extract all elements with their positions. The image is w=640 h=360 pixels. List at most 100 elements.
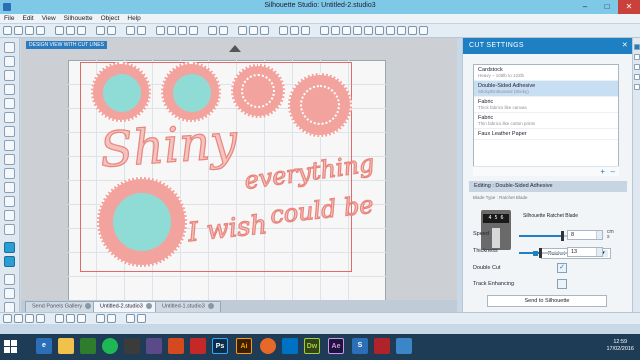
close-button[interactable]: ✕ [618,0,640,14]
windows-start-icon[interactable] [4,340,18,354]
zoom-in-icon[interactable] [156,26,165,35]
speed-slider[interactable] [519,231,573,241]
close-panel-icon[interactable]: ✕ [622,41,628,49]
app-taskbar-icon[interactable] [168,338,184,354]
open-file-icon[interactable] [14,26,23,35]
thickness-spinner[interactable] [596,248,602,256]
bring-front-icon[interactable] [249,26,258,35]
mirror-icon[interactable] [290,26,299,35]
group-icon[interactable] [208,26,217,35]
panel-toggle-icon[interactable] [634,74,640,80]
thickness-slider[interactable] [519,248,573,258]
rectangle-tool-icon[interactable] [4,84,15,95]
select-icon[interactable] [126,26,135,35]
zoom-out-icon[interactable] [167,26,176,35]
edit-points-tool-icon[interactable] [4,56,15,67]
panel-toggle-icon[interactable] [634,44,640,50]
duplicate-icon[interactable] [301,26,310,35]
curve-tool-icon[interactable] [4,140,15,151]
app-taskbar-icon[interactable] [190,338,206,354]
replicate-icon[interactable] [320,26,329,35]
align-icon[interactable] [238,26,247,35]
double-cut-checkbox[interactable]: ✓ [557,263,567,273]
lace-doily-large[interactable] [288,73,352,137]
library-icon[interactable] [397,26,406,35]
list-item[interactable]: Faux Leather Paper [474,129,618,140]
knife-tool-icon[interactable] [4,224,15,235]
zoom-fit-icon[interactable] [189,26,198,35]
send-to-silhouette-button[interactable]: Send to Silhouette [487,295,607,307]
panel-toggle-icon[interactable] [634,84,640,90]
ie-taskbar-icon[interactable]: e [36,338,52,354]
cut-icon[interactable] [55,26,64,35]
lace-circle-bottom[interactable] [97,177,187,267]
editing-header[interactable]: Editing : Double-Sided Adhesive [469,181,627,192]
save-icon[interactable] [25,26,34,35]
lace-circle-top-middle[interactable] [161,62,221,122]
track-enhancing-checkbox[interactable] [557,279,567,289]
maximize-button[interactable]: □ [596,0,618,14]
file-explorer-taskbar-icon[interactable] [58,338,74,354]
menu-edit[interactable]: Edit [18,14,37,23]
design-store-icon[interactable] [4,242,15,253]
app-taskbar-icon[interactable] [396,338,412,354]
line-tool-icon[interactable] [4,70,15,81]
library-panel-icon[interactable] [4,256,15,267]
bottom-tool-icon[interactable] [55,314,64,323]
bottom-tool-icon[interactable] [14,314,23,323]
redo-icon[interactable] [107,26,116,35]
app-taskbar-icon[interactable] [146,338,162,354]
bottom-tool-icon[interactable] [126,314,135,323]
freehand-tool-icon[interactable] [4,168,15,179]
send-icon[interactable] [386,26,395,35]
list-item[interactable]: Fabric Thin fabrics like cotton prints [474,113,618,129]
bottom-tool-icon[interactable] [137,314,146,323]
grid-icon[interactable] [419,26,428,35]
pan-icon[interactable] [137,26,146,35]
material-list[interactable]: Cardstock Heavy – 105lb to 122lb Double-S… [473,64,619,176]
menu-object[interactable]: Object [97,14,124,23]
firefox-taskbar-icon[interactable] [260,338,276,354]
menu-view[interactable]: View [38,14,60,23]
photoshop-taskbar-icon[interactable]: Ps [212,338,228,354]
lace-doily-top-right[interactable] [231,64,285,118]
lace-circle-top-left[interactable] [91,62,151,122]
bottom-tool-icon[interactable] [96,314,105,323]
tab-untitled-2[interactable]: Untitled-2.studio3 [93,301,159,312]
layers-panel-icon[interactable] [4,288,15,299]
new-document-icon[interactable] [3,26,12,35]
app-taskbar-icon[interactable] [282,338,298,354]
excel-taskbar-icon[interactable] [80,338,96,354]
thickness-input[interactable]: 13 [567,247,603,257]
illustrator-taskbar-icon[interactable]: Ai [236,338,252,354]
bottom-tool-icon[interactable] [3,314,12,323]
minimize-button[interactable]: – [574,0,596,14]
spotify-taskbar-icon[interactable] [102,338,118,354]
bottom-tool-icon[interactable] [66,314,75,323]
ungroup-icon[interactable] [219,26,228,35]
rotate-icon[interactable] [279,26,288,35]
close-tab-icon[interactable] [85,303,92,309]
word-shiny[interactable]: Shiny [98,113,240,180]
after-effects-taskbar-icon[interactable]: Ae [328,338,344,354]
arc-tool-icon[interactable] [4,154,15,165]
close-tab-icon[interactable] [207,303,214,309]
bottom-tool-icon[interactable] [77,314,86,323]
close-tab-icon[interactable] [145,303,152,309]
cut-settings-icon[interactable] [375,26,384,35]
taskbar-clock[interactable]: 12:59 17/02/2016 [606,339,634,353]
tab-send-panels[interactable]: Send Panels Gallery [25,301,99,312]
thickness-slider-handle[interactable] [539,248,543,258]
page-setup-icon[interactable] [353,26,362,35]
bottom-tool-icon[interactable] [25,314,34,323]
rounded-rectangle-tool-icon[interactable] [4,98,15,109]
send-back-icon[interactable] [260,26,269,35]
register-icon[interactable] [364,26,373,35]
trace-icon[interactable] [342,26,351,35]
bottom-tool-icon[interactable] [107,314,116,323]
show-panels-icon[interactable] [4,274,15,285]
panel-toggle-icon[interactable] [634,64,640,70]
speed-input[interactable]: 8 [567,230,603,240]
tab-untitled-1[interactable]: Untitled-1.studio3 [155,301,221,312]
eraser-tool-icon[interactable] [4,210,15,221]
